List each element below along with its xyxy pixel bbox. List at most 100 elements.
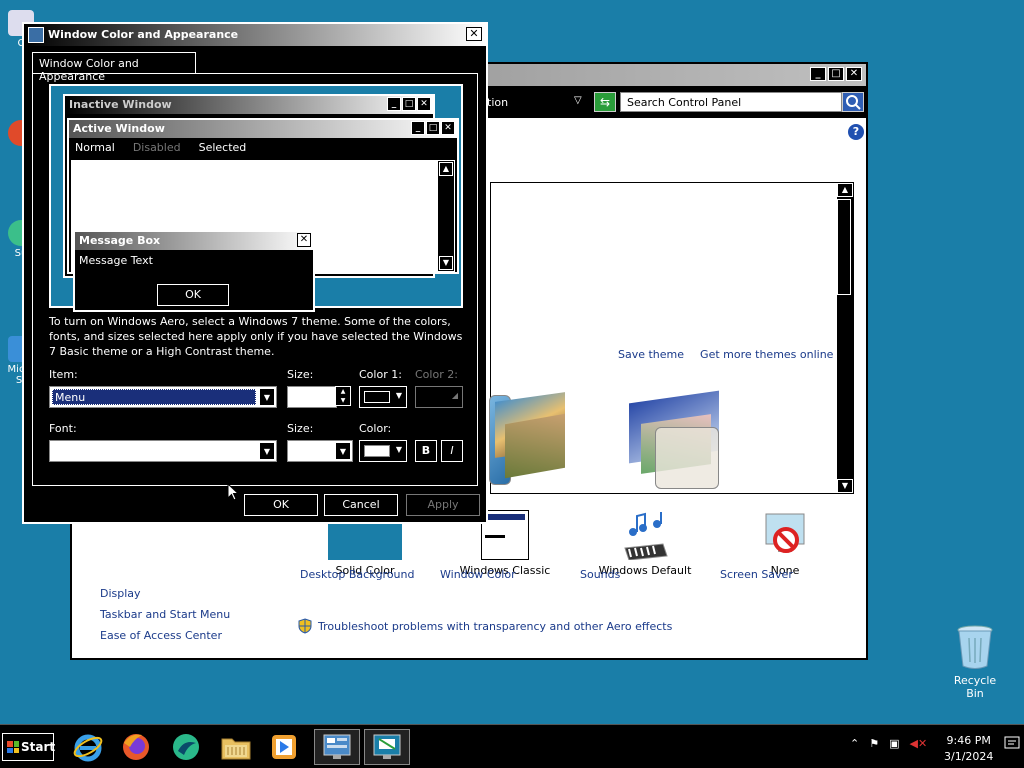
taskbar-internet-explorer[interactable] — [68, 729, 108, 765]
item-size-input[interactable] — [287, 386, 337, 408]
firefox-icon — [123, 734, 149, 760]
font-color-button[interactable]: ▼ — [359, 440, 407, 462]
taskbar-media-player[interactable] — [264, 729, 304, 765]
tab-window-color[interactable]: Window Color and Appearance — [32, 52, 196, 83]
sounds-label[interactable]: Sounds — [580, 568, 620, 581]
search-button[interactable] — [842, 92, 864, 112]
message-box-title: Message Box — [79, 234, 161, 247]
menu-selected[interactable]: Selected — [199, 141, 247, 155]
taskbar-firefox[interactable] — [116, 729, 156, 765]
start-label: Start — [21, 740, 56, 754]
taskbar-control-panel[interactable] — [314, 729, 360, 765]
themes-scrollbar[interactable]: ▲ ▼ — [837, 183, 853, 493]
preview-message-box[interactable]: Message Box ✕ Message Text OK — [73, 230, 315, 312]
menu-disabled[interactable]: Disabled — [133, 141, 181, 155]
apply-button[interactable]: Apply — [406, 494, 480, 516]
ok-button[interactable]: OK — [244, 494, 318, 516]
screen-saver-item[interactable]: Screen Saver None — [720, 510, 850, 581]
preview-scrollbar[interactable]: ▲ ▼ — [437, 160, 455, 272]
system-tray: ⌃ ⚑ ▣ ◀✕ — [850, 737, 927, 750]
font-size-label: Size: — [287, 422, 314, 435]
screen-saver-label[interactable]: Screen Saver — [720, 568, 793, 581]
clock-date: 3/1/2024 — [944, 750, 994, 763]
refresh-icon[interactable]: ⇆ — [594, 92, 616, 112]
italic-button[interactable]: I — [441, 440, 463, 462]
desktop-background-label[interactable]: Desktop Background — [300, 568, 415, 581]
font-select[interactable]: ▼ — [49, 440, 277, 462]
close-button[interactable]: ✕ — [846, 67, 862, 81]
clock[interactable]: 9:46 PM 3/1/2024 — [944, 733, 993, 765]
desktop-icon-recycle-bin[interactable]: Recycle Bin — [944, 624, 1006, 700]
taskbar-start-menu-link[interactable]: Taskbar and Start Menu — [100, 604, 230, 625]
support-app-icon — [173, 734, 199, 760]
spin-down-icon[interactable]: ▼ — [336, 396, 350, 405]
save-theme-link[interactable]: Save theme — [618, 348, 684, 361]
color2-button[interactable]: ◢ — [415, 386, 463, 408]
help-icon[interactable]: ? — [848, 124, 864, 140]
dialog-app-icon — [28, 27, 44, 43]
spin-up-icon[interactable]: ▲ — [336, 387, 350, 396]
themes-list[interactable]: ▲ ▼ — [489, 182, 854, 494]
theme-image-2 — [505, 413, 565, 479]
dialog-close-button[interactable]: ✕ — [466, 27, 482, 41]
scroll-up-icon[interactable]: ▲ — [837, 183, 853, 197]
cancel-button[interactable]: Cancel — [324, 494, 398, 516]
tab-panel: Inactive Window _ □ ✕ Active Window _ □ ✕ No… — [32, 73, 478, 486]
display-link[interactable]: Display — [100, 583, 230, 604]
taskbar-app-support[interactable] — [166, 729, 206, 765]
color1-button[interactable]: ▼ — [359, 386, 407, 408]
message-box-ok-button[interactable]: OK — [157, 284, 229, 306]
folder-icon — [221, 738, 251, 760]
scroll-down-icon: ▼ — [439, 256, 453, 270]
show-hidden-icons-icon[interactable]: ⌃ — [850, 737, 859, 750]
troubleshoot-row: Troubleshoot problems with transparency … — [298, 618, 672, 634]
active-window-title: Active Window — [73, 122, 165, 135]
notifications-icon[interactable] — [1004, 735, 1020, 751]
get-more-themes-link[interactable]: Get more themes online — [700, 348, 833, 361]
minimize-button[interactable]: _ — [810, 67, 826, 81]
menu-normal[interactable]: Normal — [75, 141, 115, 155]
item-label: Item: — [49, 368, 78, 381]
chevron-down-icon[interactable]: ▼ — [259, 388, 275, 406]
scroll-thumb[interactable] — [837, 199, 851, 295]
scroll-down-icon[interactable]: ▼ — [837, 479, 853, 493]
color1-swatch — [364, 391, 390, 403]
search-input[interactable]: Search Control Panel — [620, 92, 842, 112]
sounds-item[interactable]: Sounds Windows Default — [580, 510, 710, 581]
item-select[interactable]: Menu ▼ — [49, 386, 277, 408]
chevron-down-icon: ◢ — [451, 391, 458, 400]
chevron-down-icon[interactable]: ▼ — [335, 442, 351, 460]
minimize-icon: _ — [411, 121, 425, 135]
action-center-flag-icon[interactable]: ⚑ — [869, 737, 879, 750]
theme-selected-thumbnail[interactable] — [655, 427, 719, 489]
font-label: Font: — [49, 422, 77, 435]
item-select-value: Menu — [52, 389, 256, 405]
color1-label: Color 1: — [359, 368, 402, 381]
start-button[interactable]: Start — [2, 733, 56, 761]
font-select-value — [52, 443, 256, 459]
ease-of-access-link[interactable]: Ease of Access Center — [100, 625, 230, 646]
address-dropdown-icon[interactable]: ▽ — [574, 95, 582, 106]
display-settings-icon — [373, 734, 401, 759]
font-size-select[interactable]: ▼ — [287, 440, 353, 462]
dialog-titlebar[interactable]: Window Color and Appearance ✕ — [24, 24, 486, 46]
sounds-icon — [624, 512, 668, 560]
preview-menu-bar[interactable]: Normal Disabled Selected — [69, 138, 457, 158]
media-player-icon — [272, 735, 296, 759]
maximize-button[interactable]: □ — [828, 67, 844, 81]
window-color-dialog: Window Color and Appearance ✕ Window Col… — [22, 22, 488, 524]
chevron-down-icon[interactable]: ▼ — [259, 442, 275, 460]
troubleshoot-link[interactable]: Troubleshoot problems with transparency … — [318, 620, 672, 633]
see-also-links: Display Taskbar and Start Menu Ease of A… — [100, 583, 230, 646]
window-color-label[interactable]: Window Color — [440, 568, 516, 581]
taskbar-file-explorer[interactable] — [216, 729, 256, 765]
taskbar-window-color[interactable] — [364, 729, 410, 765]
volume-muted-icon[interactable]: ◀✕ — [910, 737, 928, 750]
shield-icon — [298, 618, 312, 634]
appearance-preview[interactable]: Inactive Window _ □ ✕ Active Window _ □ ✕ No… — [49, 84, 463, 312]
item-size-stepper[interactable]: ▲ ▼ — [335, 386, 351, 406]
bold-button[interactable]: B — [415, 440, 437, 462]
dialog-title: Window Color and Appearance — [48, 28, 239, 41]
network-icon[interactable]: ▣ — [889, 737, 899, 750]
maximize-icon: □ — [426, 121, 440, 135]
